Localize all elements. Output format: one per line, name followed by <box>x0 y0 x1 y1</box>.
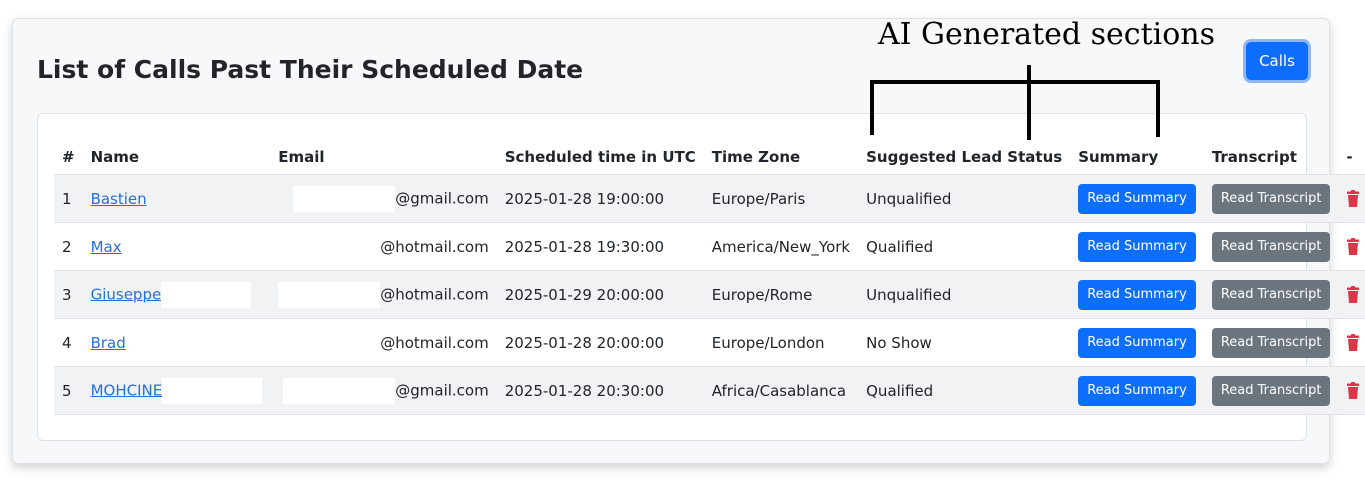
email-cell: @hotmail.com <box>270 270 497 319</box>
row-number: 1 <box>54 174 83 223</box>
table-container: # Name Email Scheduled time in UTC Time … <box>37 113 1365 441</box>
redacted-email <box>293 185 396 212</box>
redacted-email <box>283 377 396 404</box>
time-zone-cell: Africa/Casablanca <box>703 366 859 415</box>
trash-icon[interactable] <box>1346 189 1360 208</box>
name-cell: Bastien <box>82 174 271 223</box>
scheduled-time-cell: 2025-01-28 19:00:00 <box>496 174 704 223</box>
col-transcript: Transcript <box>1203 128 1339 175</box>
read-transcript-button[interactable]: Read Transcript <box>1211 231 1331 262</box>
time-zone-cell: Europe/Rome <box>703 270 859 319</box>
read-summary-button[interactable]: Read Summary <box>1078 231 1196 262</box>
row-number: 2 <box>54 222 83 271</box>
col-name: Name <box>82 128 271 175</box>
lead-name-link[interactable]: Giuseppe <box>91 285 162 303</box>
lead-name-link[interactable]: Brad <box>91 334 126 352</box>
read-transcript-button[interactable]: Read Transcript <box>1211 375 1331 406</box>
redacted-email <box>278 281 381 308</box>
actions-cell <box>1338 222 1365 271</box>
table-header-row: # Name Email Scheduled time in UTC Time … <box>54 128 1365 175</box>
email-cell: @gmail.com <box>270 366 497 415</box>
col-actions: - <box>1338 128 1365 175</box>
scheduled-time-cell: 2025-01-28 19:30:00 <box>496 222 704 271</box>
lead-status-cell: Qualified <box>858 366 1071 415</box>
table-row: 3 Giuseppe @hotmail.com 2025-01-29 20:00:00… <box>54 270 1365 319</box>
actions-cell <box>1338 318 1365 367</box>
email-domain: @gmail.com <box>395 381 489 399</box>
transcript-cell: Read Transcript <box>1203 222 1339 271</box>
read-summary-button[interactable]: Read Summary <box>1078 375 1196 406</box>
redacted-name <box>162 377 263 404</box>
time-zone-cell: Europe/Paris <box>703 174 859 223</box>
transcript-cell: Read Transcript <box>1203 174 1339 223</box>
email-cell: @hotmail.com <box>270 318 497 367</box>
transcript-cell: Read Transcript <box>1203 366 1339 415</box>
lead-status-cell: Unqualified <box>858 174 1071 223</box>
email-domain: @gmail.com <box>395 189 489 207</box>
transcript-cell: Read Transcript <box>1203 270 1339 319</box>
scheduled-time-cell: 2025-01-29 20:00:00 <box>496 270 704 319</box>
name-cell: Giuseppe <box>82 270 271 319</box>
email-domain: @hotmail.com <box>380 285 489 303</box>
actions-cell <box>1338 270 1365 319</box>
trash-icon[interactable] <box>1346 285 1360 304</box>
table-row: 2 Max @hotmail.com 2025-01-28 19:30:00 Ameri… <box>54 222 1365 271</box>
read-summary-button[interactable]: Read Summary <box>1078 183 1196 214</box>
lead-status-cell: No Show <box>858 318 1071 367</box>
name-cell: Brad <box>82 318 271 367</box>
row-number: 4 <box>54 318 83 367</box>
email-cell: @gmail.com <box>270 174 497 223</box>
annotation-label: AI Generated sections <box>878 17 1216 52</box>
redacted-name <box>161 281 252 308</box>
email-domain: @hotmail.com <box>380 237 489 256</box>
read-transcript-button[interactable]: Read Transcript <box>1211 327 1331 358</box>
scheduled-time-cell: 2025-01-28 20:00:00 <box>496 318 704 367</box>
name-cell: Max <box>82 222 271 271</box>
calls-card: List of Calls Past Their Scheduled Date … <box>12 18 1365 464</box>
row-number: 3 <box>54 270 83 319</box>
trash-icon[interactable] <box>1346 333 1360 352</box>
summary-cell: Read Summary <box>1070 318 1204 367</box>
col-lead-status: Suggested Lead Status <box>858 128 1071 175</box>
trash-icon[interactable] <box>1346 237 1360 256</box>
calls-button[interactable]: Calls <box>1246 42 1308 80</box>
trash-icon[interactable] <box>1346 381 1360 400</box>
lead-name-link[interactable]: Bastien <box>91 190 147 208</box>
read-summary-button[interactable]: Read Summary <box>1078 279 1196 310</box>
read-transcript-button[interactable]: Read Transcript <box>1211 279 1331 310</box>
lead-status-cell: Unqualified <box>858 270 1071 319</box>
email-cell: @hotmail.com <box>270 222 497 271</box>
col-number: # <box>54 128 83 175</box>
summary-cell: Read Summary <box>1070 366 1204 415</box>
read-transcript-button[interactable]: Read Transcript <box>1211 183 1331 214</box>
table-row: 5 MOHCINE @gmail.com 2025-01-28 20:30:00 Afr… <box>54 366 1365 415</box>
lead-status-cell: Qualified <box>858 222 1071 271</box>
transcript-cell: Read Transcript <box>1203 318 1339 367</box>
scheduled-time-cell: 2025-01-28 20:30:00 <box>496 366 704 415</box>
page-title: List of Calls Past Their Scheduled Date <box>37 55 584 84</box>
row-number: 5 <box>54 366 83 415</box>
name-cell: MOHCINE <box>82 366 271 415</box>
email-domain: @hotmail.com <box>380 333 489 352</box>
col-summary: Summary <box>1070 128 1204 175</box>
col-email: Email <box>270 128 497 175</box>
summary-cell: Read Summary <box>1070 270 1204 319</box>
table-row: 1 Bastien @gmail.com 2025-01-28 19:00:00 Eur… <box>54 174 1365 223</box>
time-zone-cell: Europe/London <box>703 318 859 367</box>
calls-table: # Name Email Scheduled time in UTC Time … <box>54 128 1365 415</box>
time-zone-cell: America/New_York <box>703 222 859 271</box>
actions-cell <box>1338 174 1365 223</box>
summary-cell: Read Summary <box>1070 174 1204 223</box>
col-time-zone: Time Zone <box>703 128 859 175</box>
lead-name-link[interactable]: MOHCINE <box>91 381 163 399</box>
table-row: 4 Brad @hotmail.com 2025-01-28 20:00:00 Euro… <box>54 318 1365 367</box>
read-summary-button[interactable]: Read Summary <box>1078 327 1196 358</box>
actions-cell <box>1338 366 1365 415</box>
col-scheduled-time: Scheduled time in UTC <box>496 128 704 175</box>
lead-name-link[interactable]: Max <box>91 238 122 256</box>
summary-cell: Read Summary <box>1070 222 1204 271</box>
